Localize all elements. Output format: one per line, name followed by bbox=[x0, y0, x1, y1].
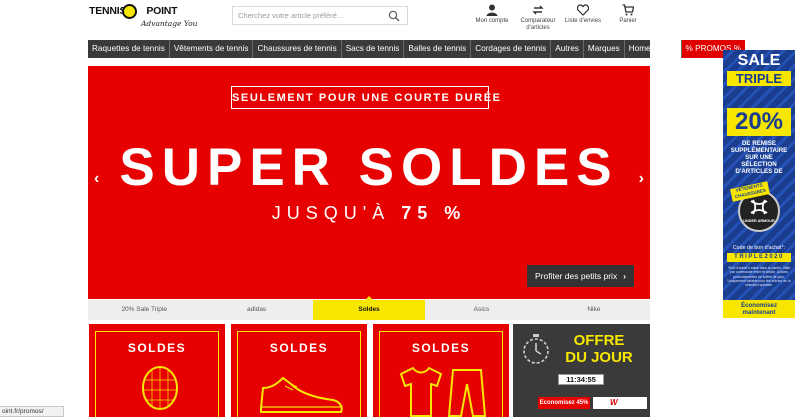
nav-item-vetements[interactable]: Vêtements de tennis bbox=[170, 40, 254, 58]
carousel-next-icon[interactable]: › bbox=[639, 170, 644, 188]
tab-adidas[interactable]: adidas bbox=[200, 300, 312, 320]
deal-title-line1: OFFRE bbox=[573, 332, 625, 349]
account-button[interactable]: Mon compte bbox=[474, 4, 510, 25]
hero-cta-label: Profiter des petits prix bbox=[535, 271, 618, 281]
hero-subtitle-prefix: JUSQU'À bbox=[271, 203, 391, 223]
stopwatch-icon bbox=[523, 334, 549, 364]
nav-item-marques[interactable]: Marques bbox=[584, 40, 625, 58]
cart-button[interactable]: Panier bbox=[614, 4, 642, 25]
search-placeholder: Cherchez votre article préféré... bbox=[238, 11, 344, 20]
deal-saving-badge: Economisez 45% bbox=[538, 397, 590, 409]
cart-label: Panier bbox=[619, 18, 637, 24]
ad-fine-print: *Bon d'achat à saisir dans le panier. Va… bbox=[727, 266, 791, 288]
nav-item-home-sports[interactable]: Home Sports bbox=[625, 40, 682, 58]
card-title: SOLDES bbox=[411, 341, 471, 355]
nav-item-cordages[interactable]: Cordages de tennis bbox=[471, 40, 552, 58]
shoe-icon bbox=[260, 376, 343, 413]
nav-item-raquettes[interactable]: Raquettes de tennis bbox=[88, 40, 170, 58]
ad-line-4: SÉLECTION bbox=[741, 161, 777, 168]
wishlist-icon bbox=[577, 4, 589, 16]
hero-subtitle: JUSQU'À 75 % bbox=[88, 203, 650, 224]
carousel-tabs: 20% Sale Triple adidas Soldes Asics Nike bbox=[88, 296, 650, 320]
ad-btn-line1: Économisez bbox=[740, 302, 778, 309]
ad-line-2: SUPPLÉMENTAIRE bbox=[730, 147, 788, 154]
tab-asics[interactable]: Asics bbox=[425, 300, 537, 320]
nav-item-sacs[interactable]: Sacs de tennis bbox=[342, 40, 405, 58]
card-title: SOLDES bbox=[127, 341, 187, 355]
logo-text-2: POINT bbox=[146, 5, 178, 17]
deal-title-line2: DU JOUR bbox=[565, 349, 633, 366]
wishlist-button[interactable]: Liste d'envies bbox=[562, 4, 604, 25]
clothing-icon bbox=[399, 366, 487, 417]
ad-triple: TRIPLE bbox=[727, 71, 791, 86]
carousel-prev-icon[interactable]: ‹ bbox=[94, 170, 99, 188]
ad-voucher-code: TRIPLE2020 bbox=[727, 253, 791, 262]
site-logo[interactable]: TENNIS POINT Advantage You bbox=[89, 4, 199, 33]
search-input[interactable]: Cherchez votre article préféré... bbox=[232, 6, 408, 25]
ad-badge-brand: UNDER ARMOUR bbox=[743, 219, 775, 223]
promo-card-racket[interactable]: SOLDES bbox=[89, 324, 225, 417]
tennis-ball-icon bbox=[122, 4, 137, 19]
compare-button[interactable]: Comparateur d'articles bbox=[516, 4, 560, 32]
ad-save-now-button[interactable]: Économisez maintenant bbox=[723, 300, 795, 318]
hero-cta-button[interactable]: Profiter des petits prix › bbox=[527, 265, 634, 287]
ad-btn-line2: maintenant bbox=[742, 309, 776, 316]
account-label: Mon compte bbox=[475, 18, 509, 24]
hero-tag-box: SEULEMENT POUR UNE COURTE DURÉE bbox=[231, 86, 502, 109]
tab-soldes[interactable]: Soldes bbox=[312, 296, 426, 320]
compare-icon bbox=[532, 5, 544, 15]
search-icon[interactable] bbox=[388, 10, 400, 22]
promo-card-shoes[interactable]: SOLDES bbox=[231, 324, 367, 417]
deal-countdown: 11:34:55 bbox=[558, 374, 604, 385]
ad-percent: 20% bbox=[727, 108, 791, 136]
ad-line-3: SUR UNE bbox=[745, 154, 773, 161]
account-icon bbox=[486, 4, 498, 16]
nav-item-autres[interactable]: Autres bbox=[551, 40, 584, 58]
nav-item-balles[interactable]: Balles de tennis bbox=[404, 40, 472, 58]
nav-item-chaussures[interactable]: Chaussures de tennis bbox=[253, 40, 342, 58]
side-ad-banner[interactable]: SALE TRIPLE 20% DE REMISE SUPPLÉMENTAIRE… bbox=[723, 50, 795, 318]
ad-line-1: DE REMISE bbox=[741, 140, 777, 147]
hero-title: SUPER SOLDES bbox=[119, 138, 619, 197]
compare-label: Comparateur d'articles bbox=[520, 18, 556, 31]
cart-icon bbox=[622, 4, 634, 16]
tab-nike[interactable]: Nike bbox=[538, 300, 650, 320]
logo-text-1: TENNIS bbox=[89, 5, 127, 17]
card-title: SOLDES bbox=[269, 341, 329, 355]
ad-code-label: Code de bon d'achat*: bbox=[732, 245, 786, 251]
deal-brand-logo: W bbox=[593, 397, 647, 409]
hero-tag: SEULEMENT POUR UNE COURTE DURÉE bbox=[232, 92, 502, 104]
logo-tagline: Advantage You bbox=[141, 19, 198, 28]
main-nav: Raquettes de tennis Vêtements de tennis … bbox=[88, 40, 746, 58]
under-armour-logo-icon bbox=[750, 199, 768, 215]
racket-icon bbox=[142, 366, 178, 410]
tab-sale-triple[interactable]: 20% Sale Triple bbox=[88, 300, 200, 320]
browser-status-url: oint.fr/promos/ bbox=[0, 406, 64, 417]
page: TENNIS POINT Advantage You Cherchez votre… bbox=[0, 0, 800, 417]
deal-of-the-day[interactable]: OFFRE DU JOUR 11:34:55 Economisez 45% W bbox=[513, 324, 650, 417]
wishlist-label: Liste d'envies bbox=[564, 18, 602, 24]
promo-card-clothing[interactable]: SOLDES bbox=[373, 324, 509, 417]
ad-line-5: D'ARTICLES DE bbox=[735, 168, 783, 175]
hero-banner[interactable]: SEULEMENT POUR UNE COURTE DURÉE SUPER SO… bbox=[88, 66, 650, 299]
hero-subtitle-value: 75 % bbox=[401, 203, 467, 223]
ad-sale: SALE bbox=[737, 52, 781, 69]
chevron-right-icon: › bbox=[623, 271, 626, 281]
